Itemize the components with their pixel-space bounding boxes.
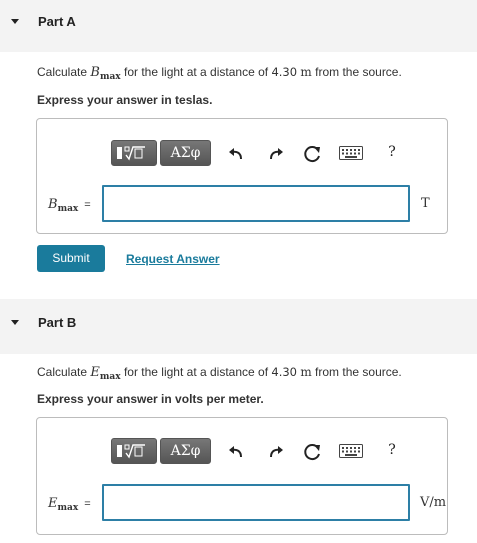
template-radical-icon bbox=[117, 444, 145, 459]
redo-icon[interactable] bbox=[267, 145, 285, 163]
part-b-variable-label: Emax = bbox=[48, 496, 91, 513]
keyboard-icon[interactable] bbox=[339, 444, 363, 462]
redo-icon[interactable] bbox=[267, 443, 285, 461]
part-a-title: Part A bbox=[38, 14, 76, 29]
greek-symbols-button[interactable]: ΑΣφ bbox=[160, 438, 211, 464]
part-a-answer-input[interactable] bbox=[102, 185, 410, 222]
reset-icon[interactable] bbox=[303, 442, 321, 461]
submit-button[interactable]: Submit bbox=[37, 245, 105, 272]
collapse-caret-icon[interactable] bbox=[11, 320, 19, 325]
part-b-instruction: Express your answer in volts per meter. bbox=[37, 392, 264, 406]
keyboard-icon[interactable] bbox=[339, 146, 363, 164]
part-a-variable-label: Bmax = bbox=[48, 197, 91, 214]
reset-icon[interactable] bbox=[303, 144, 321, 163]
help-icon[interactable]: ? bbox=[383, 442, 401, 460]
undo-icon[interactable] bbox=[227, 443, 245, 461]
part-a-unit-label: T bbox=[421, 196, 430, 211]
part-b-unit-label: V/m bbox=[420, 495, 447, 510]
help-icon[interactable]: ? bbox=[383, 144, 401, 162]
part-a-answer-box: ΑΣφ ? Bmax = T bbox=[36, 118, 448, 234]
collapse-caret-icon[interactable] bbox=[11, 19, 19, 24]
part-b-header[interactable]: Part B bbox=[0, 299, 477, 354]
part-b-title: Part B bbox=[38, 315, 77, 330]
part-a-question: Calculate Bmax for the light at a distan… bbox=[37, 65, 402, 82]
part-a-instruction: Express your answer in teslas. bbox=[37, 93, 213, 107]
part-a-header[interactable]: Part A bbox=[0, 0, 477, 52]
part-b-answer-input[interactable] bbox=[102, 484, 410, 521]
template-radical-icon bbox=[117, 146, 145, 161]
part-b-answer-box: ΑΣφ ? Emax = V/m bbox=[36, 417, 448, 535]
undo-icon[interactable] bbox=[227, 145, 245, 163]
part-b-question: Calculate Emax for the light at a distan… bbox=[37, 365, 402, 382]
math-templates-button[interactable] bbox=[111, 438, 157, 464]
math-templates-button[interactable] bbox=[111, 140, 157, 166]
greek-symbols-button[interactable]: ΑΣφ bbox=[160, 140, 211, 166]
request-answer-link[interactable]: Request Answer bbox=[126, 252, 220, 266]
